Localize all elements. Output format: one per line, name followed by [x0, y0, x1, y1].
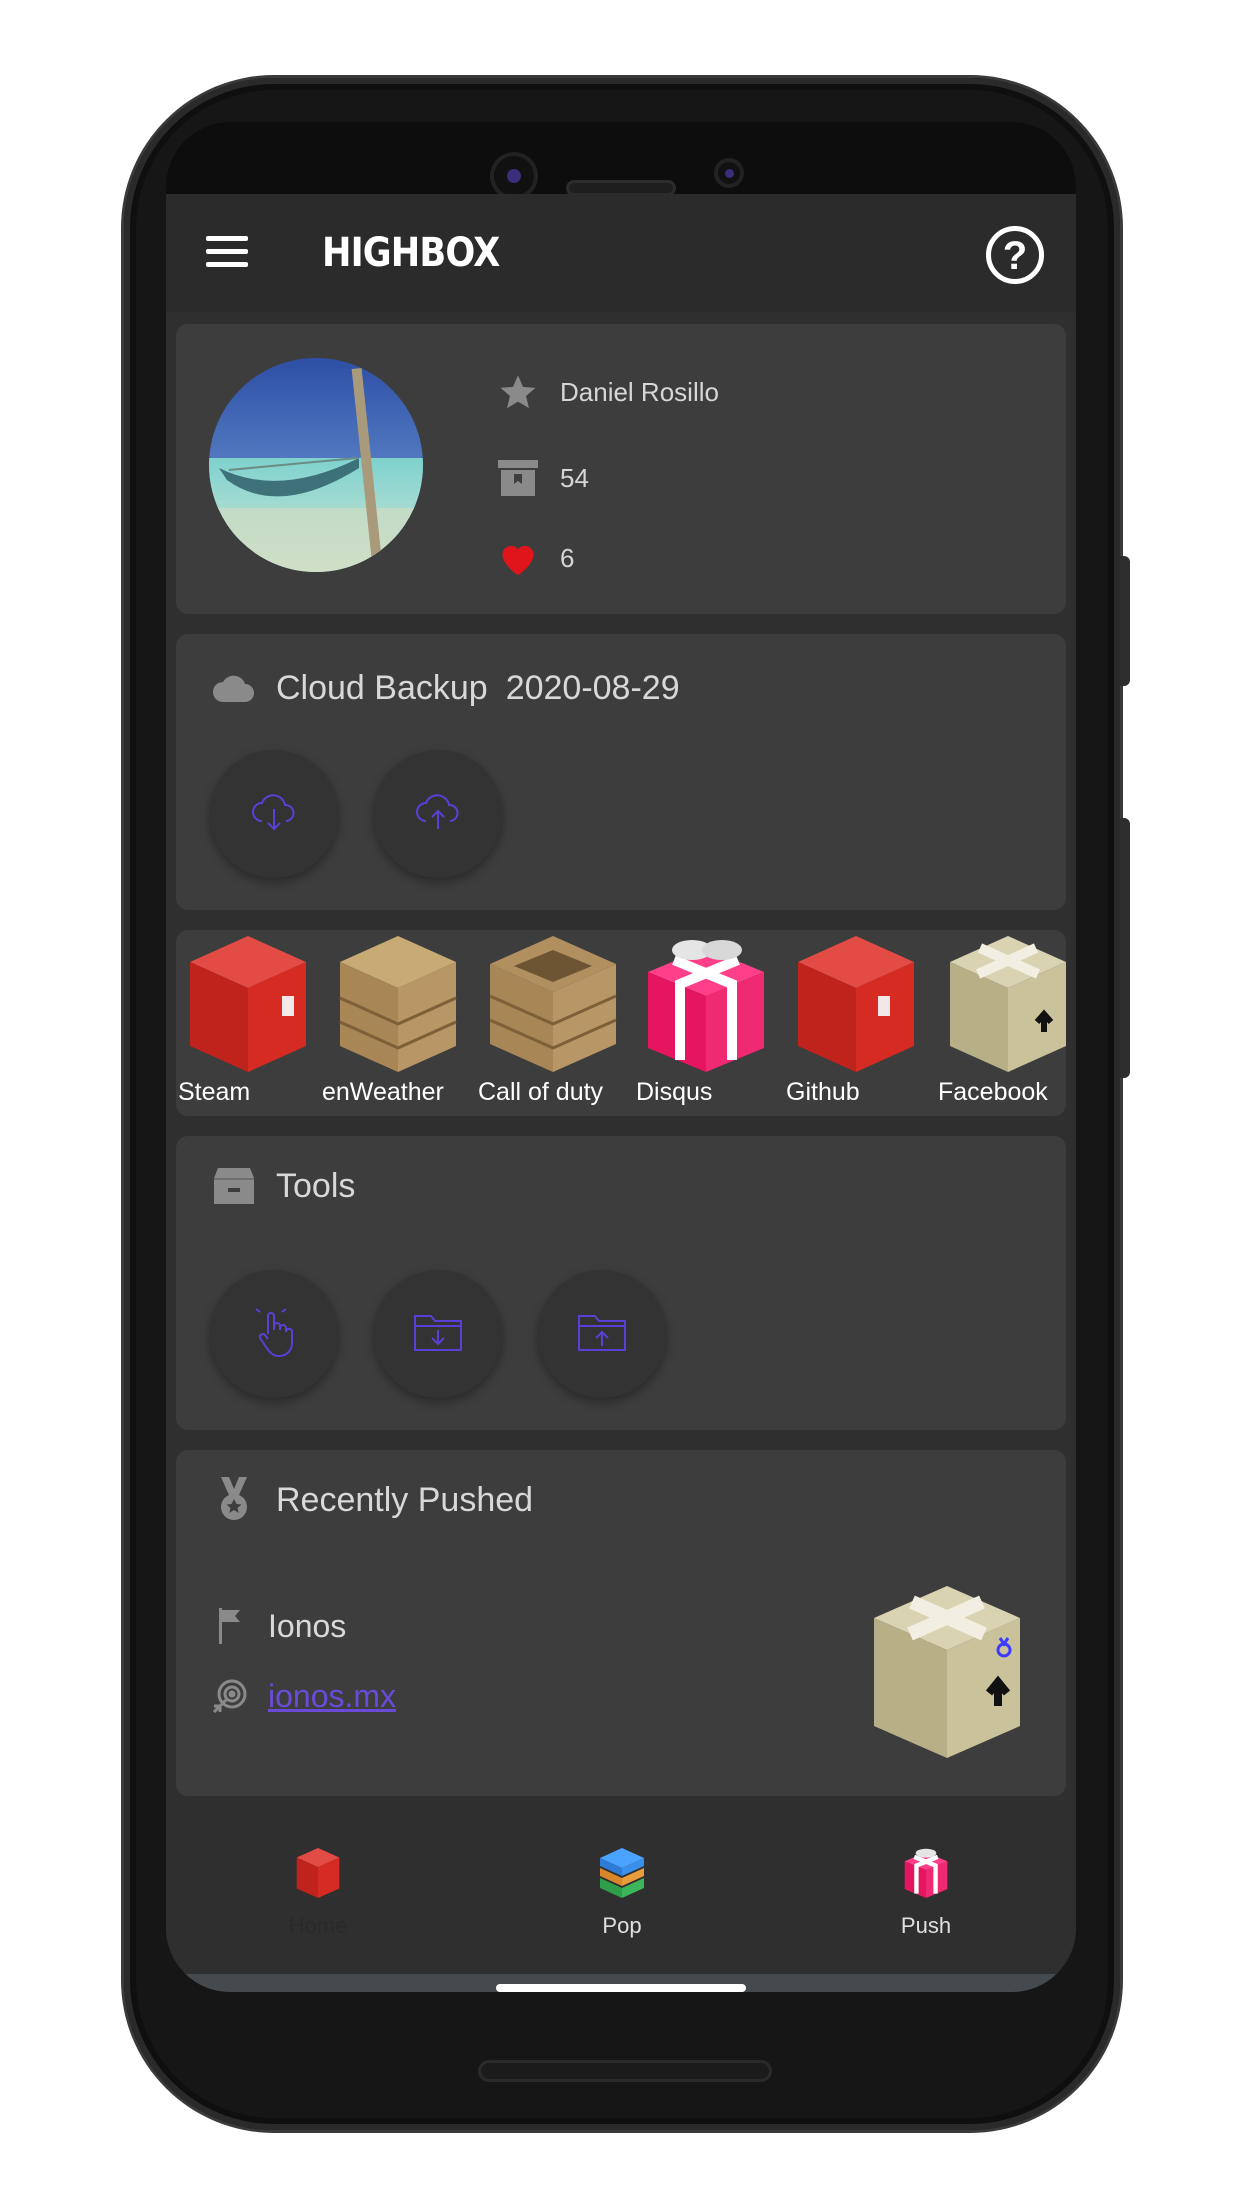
front-sensor: [714, 158, 744, 188]
open-wooden-crate-icon: [489, 936, 617, 1072]
boxes-count: 54: [560, 462, 589, 493]
box-label: Call of duty: [478, 1078, 604, 1106]
cloud-backup-card: Cloud Backup 2020-08-29: [176, 634, 1066, 910]
stacked-boxes-icon: [600, 1848, 644, 1898]
star-icon: [496, 370, 540, 414]
archive-drawer-icon: [212, 1166, 256, 1206]
nav-home[interactable]: Home: [228, 1848, 408, 1939]
cloud-icon: [212, 668, 256, 708]
avatar[interactable]: [209, 358, 423, 572]
red-chest-icon: [798, 936, 914, 1072]
nav-pop[interactable]: Pop: [532, 1848, 712, 1939]
box-item-steam[interactable]: Steam: [178, 936, 318, 1116]
cloud-upload-button[interactable]: [374, 750, 502, 878]
red-chest-icon: [296, 1848, 340, 1898]
medal-icon: [212, 1477, 256, 1520]
boxes-carousel[interactable]: Steam enWeather Call of duty Disqus Gith…: [176, 930, 1066, 1116]
box-item-call-of-duty[interactable]: Call of duty: [478, 936, 618, 1116]
cloud-download-button[interactable]: [210, 750, 338, 878]
cardboard-box-icon: [874, 1586, 1020, 1758]
app-screen: HIGHBOX ? Daniel Rosillo 54 6 Cloud Back…: [166, 122, 1076, 1992]
profile-name: Daniel Rosillo: [560, 376, 719, 407]
archive-box-icon: [496, 456, 540, 500]
front-camera: [490, 152, 538, 200]
recently-pushed-card: Recently Pushed Ionos ionos.mx: [176, 1450, 1066, 1796]
profile-card: Daniel Rosillo 54 6: [176, 324, 1066, 614]
box-label: enWeather: [322, 1078, 444, 1106]
home-indicator[interactable]: [496, 1984, 746, 1992]
power-button: [1120, 556, 1130, 686]
heart-icon: [496, 536, 540, 580]
tools-card: Tools: [176, 1136, 1066, 1430]
target-icon: [212, 1676, 248, 1716]
hamburger-menu-icon[interactable]: [206, 236, 250, 270]
box-item-github[interactable]: Github: [786, 936, 926, 1116]
box-label: Github: [786, 1078, 860, 1106]
folder-upload-button[interactable]: [538, 1270, 666, 1398]
cloud-backup-label: Cloud Backup: [276, 668, 488, 707]
tools-label: Tools: [276, 1166, 356, 1205]
nav-pop-label: Pop: [602, 1913, 642, 1938]
cloud-upload-icon: [414, 791, 462, 838]
nav-push-label: Push: [900, 1913, 952, 1938]
app-title: HIGHBOX: [322, 230, 500, 276]
red-chest-icon: [190, 936, 306, 1072]
cloud-download-icon: [250, 791, 298, 838]
box-item-disqus[interactable]: Disqus: [636, 936, 776, 1116]
gift-box-icon: [648, 940, 764, 1072]
folder-download-icon: [413, 1312, 463, 1357]
help-circle-icon[interactable]: ?: [986, 226, 1044, 284]
box-label: Disqus: [636, 1078, 713, 1106]
recently-pushed-label: Recently Pushed: [276, 1480, 534, 1519]
pushed-item-name-row: Ionos: [212, 1606, 346, 1646]
volume-button: [1120, 818, 1130, 1078]
pushed-item-link[interactable]: ionos.mx: [268, 1678, 396, 1715]
tools-header: Tools: [212, 1166, 355, 1206]
wooden-crate-icon: [339, 936, 457, 1072]
cloud-backup-date: 2020-08-29: [505, 668, 680, 707]
box-item-enweather[interactable]: enWeather: [322, 936, 468, 1116]
bottom-navigation: Home Pop Push: [166, 1822, 1076, 1974]
cloud-backup-header: Cloud Backup 2020-08-29: [212, 668, 680, 708]
tap-tool-button[interactable]: [210, 1270, 338, 1398]
pushed-item-link-row: ionos.mx: [212, 1676, 396, 1716]
folder-download-button[interactable]: [374, 1270, 502, 1398]
boxes-count-row: 54: [496, 456, 589, 500]
box-item-facebook[interactable]: Facebook: [938, 936, 1066, 1116]
gift-box-icon: [904, 1848, 948, 1898]
tap-hand-icon: [252, 1301, 296, 1363]
flag-icon: [212, 1606, 248, 1646]
likes-count: 6: [560, 542, 575, 573]
box-label: Steam: [178, 1078, 251, 1106]
bottom-speaker: [478, 2060, 772, 2082]
likes-count-row: 6: [496, 536, 574, 580]
cardboard-box-icon: [950, 936, 1066, 1072]
recently-pushed-header: Recently Pushed: [212, 1477, 534, 1520]
nav-push[interactable]: Push: [836, 1848, 1016, 1939]
nav-home-label: Home: [288, 1913, 348, 1938]
profile-name-row: Daniel Rosillo: [496, 370, 719, 414]
box-label: Facebook: [938, 1078, 1048, 1106]
folder-upload-icon: [577, 1312, 627, 1357]
pushed-item-name: Ionos: [268, 1607, 347, 1644]
app-bar: HIGHBOX ?: [166, 194, 1076, 312]
